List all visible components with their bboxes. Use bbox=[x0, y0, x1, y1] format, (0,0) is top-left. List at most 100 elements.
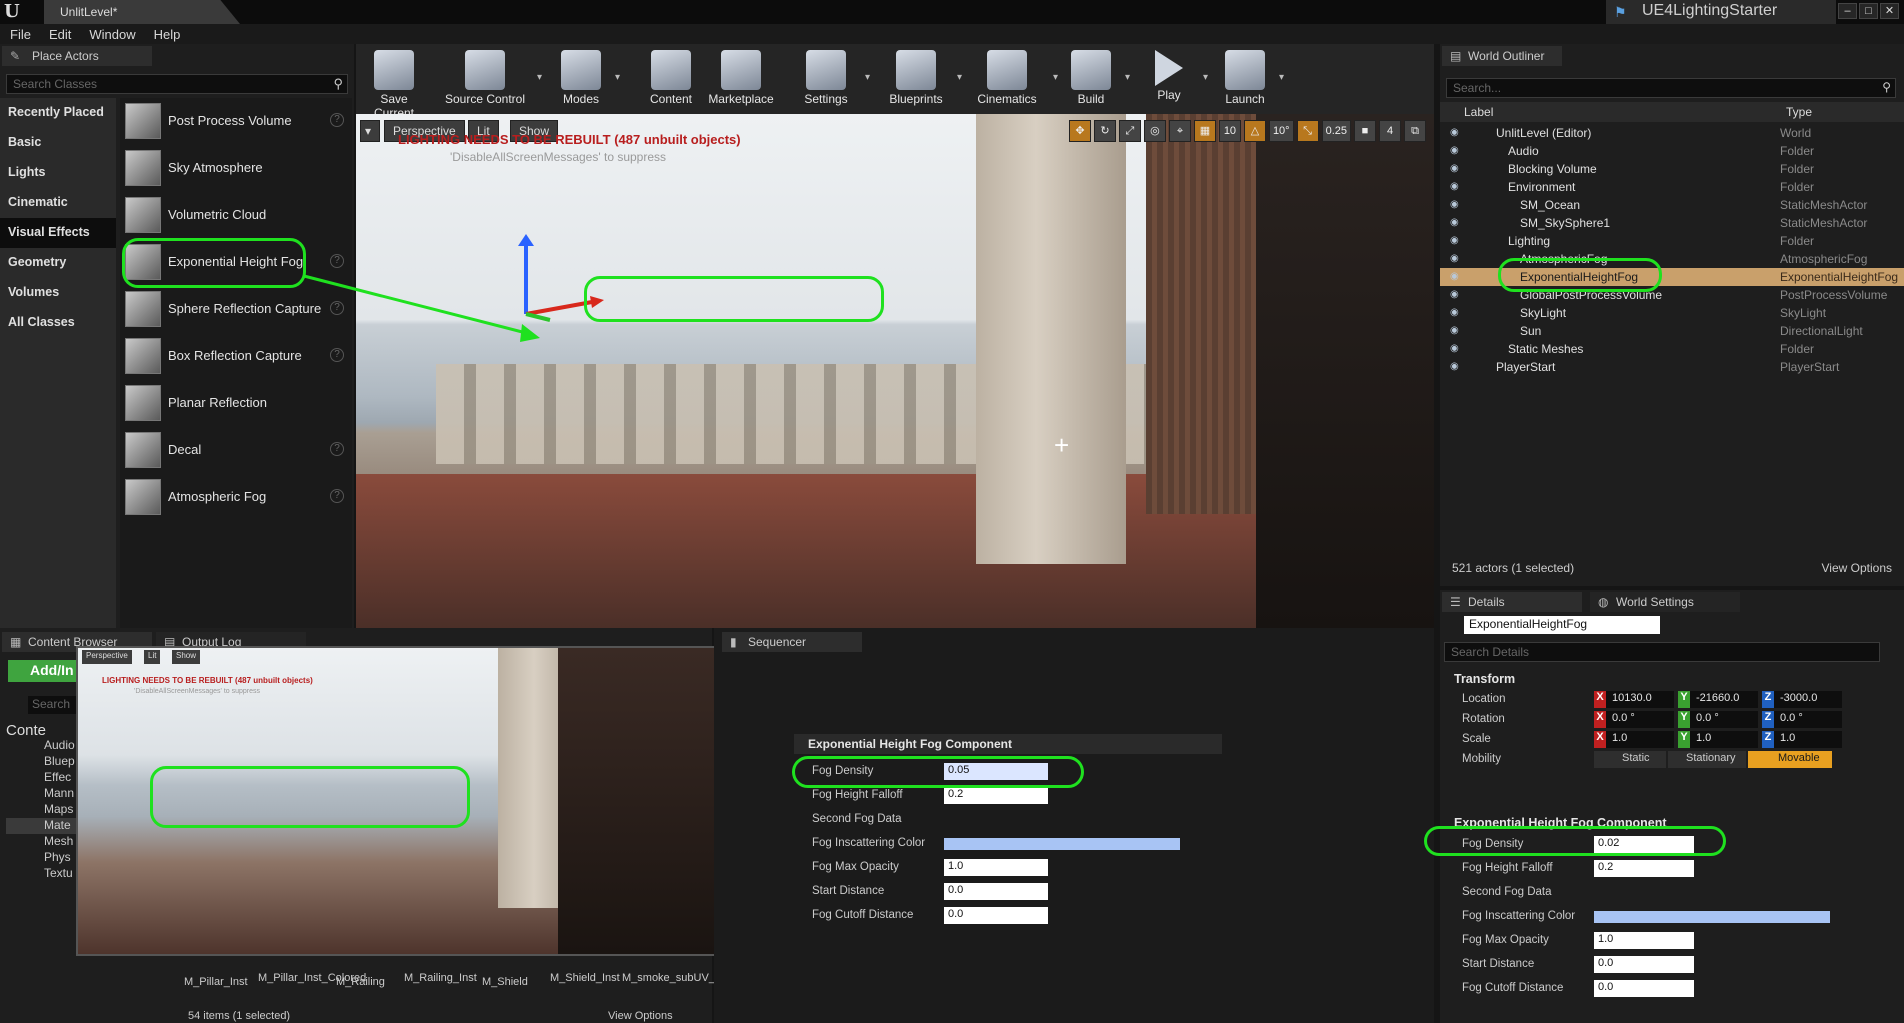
scale-x-field[interactable]: X 1.0 bbox=[1594, 731, 1674, 748]
start-distance-field[interactable]: 0.0 bbox=[1594, 956, 1694, 973]
rotation-z-field[interactable]: Z 0.0 ° bbox=[1762, 711, 1842, 728]
eye-icon[interactable]: ◉ bbox=[1450, 361, 1462, 372]
seq-fog-height-falloff-field[interactable]: 0.2 bbox=[944, 787, 1048, 804]
scale-y-field[interactable]: Y 1.0 bbox=[1678, 731, 1758, 748]
tree-item[interactable]: Maps bbox=[6, 802, 76, 818]
view-options-button[interactable]: View Options bbox=[1822, 561, 1892, 575]
category-geometry[interactable]: Geometry bbox=[0, 248, 116, 278]
grid-snap-value[interactable]: 10 bbox=[1218, 120, 1241, 142]
content-search-input[interactable]: Search bbox=[28, 696, 76, 714]
outliner-row[interactable]: ◉ UnlitLevel (Editor) World bbox=[1440, 124, 1904, 142]
asset-label[interactable]: M_Pillar_Inst_Colored bbox=[258, 972, 366, 984]
chevron-down-icon[interactable]: ▾ bbox=[1053, 72, 1058, 83]
category-basic[interactable]: Basic bbox=[0, 128, 116, 158]
sequencer-tab[interactable]: ▮ Sequencer bbox=[722, 632, 862, 652]
outliner-row[interactable]: ◉ Environment Folder bbox=[1440, 178, 1904, 196]
chevron-down-icon[interactable]: ▾ bbox=[1279, 72, 1284, 83]
maximize-button[interactable]: □ bbox=[1859, 3, 1878, 19]
add-new-button[interactable]: Add/In bbox=[8, 660, 78, 682]
rotate-tool-icon[interactable]: ↻ bbox=[1093, 120, 1116, 142]
seq-start-distance-field[interactable]: 0.0 bbox=[944, 883, 1048, 900]
seq-fog-max-opacity-field[interactable]: 1.0 bbox=[944, 859, 1048, 876]
mobility-movable-option[interactable]: Movable bbox=[1748, 751, 1832, 768]
camera-speed-icon[interactable]: ■ bbox=[1354, 120, 1376, 142]
tree-item[interactable]: Textu bbox=[6, 866, 76, 882]
viewport-options-button[interactable]: ▾ bbox=[360, 120, 380, 142]
actor-item[interactable]: Planar Reflection bbox=[120, 380, 352, 427]
asset-label[interactable]: M_Pillar_Inst bbox=[184, 976, 248, 988]
surface-snap-icon[interactable]: ⌖ bbox=[1168, 120, 1191, 142]
actor-item[interactable]: Post Process Volume? bbox=[120, 98, 352, 145]
eye-icon[interactable]: ◉ bbox=[1450, 289, 1462, 300]
outliner-row[interactable]: ◉ SM_Ocean StaticMeshActor bbox=[1440, 196, 1904, 214]
eye-icon[interactable]: ◉ bbox=[1450, 235, 1462, 246]
gizmo-y-axis[interactable] bbox=[525, 312, 551, 322]
actor-item[interactable]: Box Reflection Capture? bbox=[120, 333, 352, 380]
gizmo-x-axis[interactable] bbox=[525, 300, 593, 316]
seq-second-fog-data-row[interactable]: Second Fog Data bbox=[794, 810, 1224, 830]
location-z-field[interactable]: Z -3000.0 bbox=[1762, 691, 1842, 708]
eye-icon[interactable]: ◉ bbox=[1450, 325, 1462, 336]
rotation-label[interactable]: Rotation bbox=[1462, 713, 1505, 725]
details-search-input[interactable]: Search Details bbox=[1444, 642, 1880, 662]
eye-icon[interactable]: ◉ bbox=[1450, 127, 1462, 138]
second-fog-data-row[interactable]: Second Fog Data bbox=[1444, 883, 1904, 903]
asset-label[interactable]: M_smoke_subUV_ bbox=[622, 972, 715, 984]
content-button[interactable]: Content bbox=[646, 44, 696, 114]
category-visual-effects[interactable]: Visual Effects bbox=[0, 218, 116, 248]
location-x-field[interactable]: X 10130.0 bbox=[1594, 691, 1674, 708]
chevron-down-icon[interactable]: ▾ bbox=[537, 72, 542, 83]
tree-item[interactable]: Bluep bbox=[6, 754, 76, 770]
help-icon[interactable]: ? bbox=[330, 301, 344, 315]
eye-icon[interactable]: ◉ bbox=[1450, 253, 1462, 264]
actor-item[interactable]: Sky Atmosphere bbox=[120, 145, 352, 192]
menu-edit[interactable]: Edit bbox=[49, 27, 71, 42]
seq-component-header[interactable]: Exponential Height Fog Component bbox=[794, 734, 1222, 754]
chevron-down-icon[interactable]: ▾ bbox=[1203, 72, 1208, 83]
tree-item[interactable]: Conte bbox=[6, 722, 76, 739]
outliner-row[interactable]: ◉ Lighting Folder bbox=[1440, 232, 1904, 250]
transform-section[interactable]: Transform bbox=[1444, 670, 1904, 690]
source-control-button[interactable]: Source Control ▾ bbox=[442, 44, 542, 114]
fog-max-opacity-field[interactable]: 1.0 bbox=[1594, 932, 1694, 949]
content-view-options[interactable]: View Options bbox=[608, 1010, 673, 1022]
seq-fog-inscattering-swatch[interactable] bbox=[944, 838, 1180, 850]
eye-icon[interactable]: ◉ bbox=[1450, 145, 1462, 156]
type-column-header[interactable]: Type bbox=[1786, 105, 1812, 119]
close-button[interactable]: ✕ bbox=[1880, 3, 1899, 19]
settings-button[interactable]: Settings ▾ bbox=[796, 44, 870, 114]
outliner-row[interactable]: ◉ SkyLight SkyLight bbox=[1440, 304, 1904, 322]
place-actors-tab[interactable]: ✎ Place Actors bbox=[2, 46, 152, 66]
eye-icon[interactable]: ◉ bbox=[1450, 343, 1462, 354]
tree-item[interactable]: Mann bbox=[6, 786, 76, 802]
tree-item[interactable]: Audio bbox=[6, 738, 76, 754]
cinematics-button[interactable]: Cinematics ▾ bbox=[970, 44, 1058, 114]
rotation-x-field[interactable]: X 0.0 ° bbox=[1594, 711, 1674, 728]
modes-button[interactable]: Modes ▾ bbox=[556, 44, 620, 114]
fog-inscattering-swatch[interactable] bbox=[1594, 911, 1830, 923]
build-button[interactable]: Build ▾ bbox=[1066, 44, 1130, 114]
menu-file[interactable]: File bbox=[10, 27, 31, 42]
eye-icon[interactable]: ◉ bbox=[1450, 271, 1462, 282]
launch-button[interactable]: Launch ▾ bbox=[1220, 44, 1284, 114]
fog-cutoff-distance-field[interactable]: 0.0 bbox=[1594, 980, 1694, 997]
label-column-header[interactable]: Label bbox=[1464, 105, 1493, 119]
actor-item[interactable]: Volumetric Cloud bbox=[120, 192, 352, 239]
outliner-row[interactable]: ◉ SM_SkySphere1 StaticMeshActor bbox=[1440, 214, 1904, 232]
minimize-button[interactable]: – bbox=[1838, 3, 1857, 19]
rotation-snap-icon[interactable]: △ bbox=[1243, 120, 1266, 142]
world-local-icon[interactable]: ◎ bbox=[1143, 120, 1166, 142]
tree-item[interactable]: Phys bbox=[6, 850, 76, 866]
outliner-row[interactable]: ◉ PlayerStart PlayerStart bbox=[1440, 358, 1904, 376]
camera-speed-value[interactable]: 4 bbox=[1379, 120, 1401, 142]
mobility-stationary-option[interactable]: Stationary bbox=[1668, 751, 1746, 768]
location-y-field[interactable]: Y -21660.0 bbox=[1678, 691, 1758, 708]
search-classes-input[interactable]: Search Classes ⚲ bbox=[6, 74, 348, 94]
help-icon[interactable]: ? bbox=[330, 442, 344, 456]
eye-icon[interactable]: ◉ bbox=[1450, 307, 1462, 318]
eye-icon[interactable]: ◉ bbox=[1450, 199, 1462, 210]
chevron-down-icon[interactable]: ▾ bbox=[957, 72, 962, 83]
category-recently-placed[interactable]: Recently Placed bbox=[0, 98, 116, 128]
asset-label[interactable]: M_Railing_Inst bbox=[404, 972, 477, 984]
menu-help[interactable]: Help bbox=[154, 27, 181, 42]
